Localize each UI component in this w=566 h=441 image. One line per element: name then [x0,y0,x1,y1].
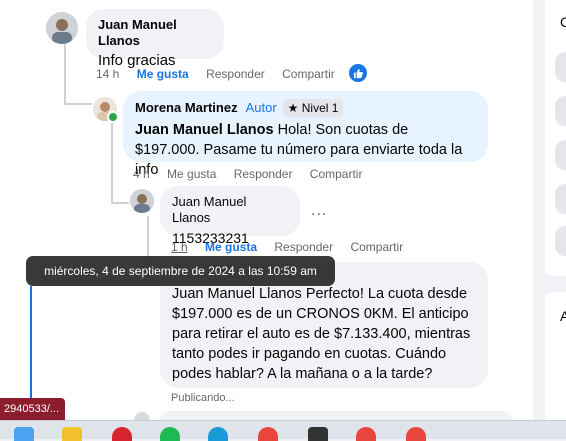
avatar[interactable] [46,12,78,44]
online-status-dot [107,111,119,123]
like-button[interactable]: Me gusta [137,67,189,81]
thread-connector [111,202,129,204]
chrome-icon[interactable] [356,427,376,441]
chrome-icon[interactable] [258,427,278,441]
comment-bubble: Morena Martinez Autor ★ Nivel 1 Juan Manue… [123,91,488,178]
comment-actions: 14 h Me gusta Responder Compartir [96,67,349,81]
reply-button[interactable]: Responder [234,167,293,181]
chrome-icon[interactable] [406,427,426,441]
spotify-icon[interactable] [160,427,180,441]
folder-icon[interactable] [62,427,82,441]
edge-icon[interactable] [208,427,228,441]
comment-author[interactable]: Juan Manuel Llanos [98,17,212,49]
badge-label: Nivel 1 [301,101,339,115]
comment-bubble: Juan Manuel Llanos 1153233231 [160,186,300,246]
thread-connector [64,103,92,105]
share-button[interactable]: Compartir [282,67,335,81]
comment-author[interactable]: Juan Manuel Llanos [172,194,288,226]
comment-input-bubble[interactable] [160,411,512,420]
status-url: 2940533/... [0,398,65,420]
like-button[interactable]: Me gusta [205,240,257,254]
like-reaction-icon[interactable] [349,64,367,82]
more-options-icon[interactable]: ... [311,202,327,220]
avatar [134,412,150,420]
thread-connector [111,123,113,203]
reply-button[interactable]: Responder [274,240,333,254]
app-icon[interactable] [308,427,328,441]
right-column-item[interactable] [555,52,566,82]
right-column-card: C [545,0,566,276]
level-badge: ★ Nivel 1 [282,99,344,117]
comment-text-wrap: Juan Manuel Llanos Perfecto! La cuota de… [172,284,476,384]
comment-actions: 4 h Me gusta Responder Compartir [133,167,376,181]
mention-link[interactable]: Juan Manuel Llanos [172,286,302,302]
right-column-item[interactable] [555,226,566,256]
taskbar [0,420,566,441]
right-column-letter: C [560,14,566,30]
copilot-icon[interactable] [14,427,34,441]
right-column-item[interactable] [555,96,566,126]
comment-time-link[interactable]: 4 h [133,167,150,181]
author-tag: Autor [245,100,277,115]
focus-indicator [30,286,32,400]
comment-author[interactable]: Morena Martinez [135,100,238,115]
comments-panel: Juan Manuel Llanos Info gracias 14 h Me … [0,0,533,420]
star-icon: ★ [287,101,299,115]
right-column-item[interactable] [555,140,566,170]
mention-link[interactable]: Juan Manuel Llanos [135,122,274,138]
opera-icon[interactable] [112,427,132,441]
comment-author-line: Morena Martinez Autor ★ Nivel 1 [135,99,476,117]
publishing-status: Publicando... [171,392,235,404]
comment-time-link[interactable]: 1 h [171,240,188,254]
comment-bubble: Juan Manuel Llanos Info gracias [86,9,224,69]
share-button[interactable]: Compartir [310,167,363,181]
reply-button[interactable]: Responder [206,67,265,81]
right-column-letter: A [560,308,566,324]
thread-connector [64,42,66,104]
like-button[interactable]: Me gusta [167,167,216,181]
avatar[interactable] [130,189,154,213]
timestamp-tooltip: miércoles, 4 de septiembre de 2024 a las… [26,256,335,286]
right-column-item[interactable] [555,184,566,214]
comment-actions: 1 h Me gusta Responder Compartir [171,240,417,254]
right-column-card: A [545,292,566,420]
comment-time-link[interactable]: 14 h [96,67,119,81]
share-button[interactable]: Compartir [350,240,403,254]
